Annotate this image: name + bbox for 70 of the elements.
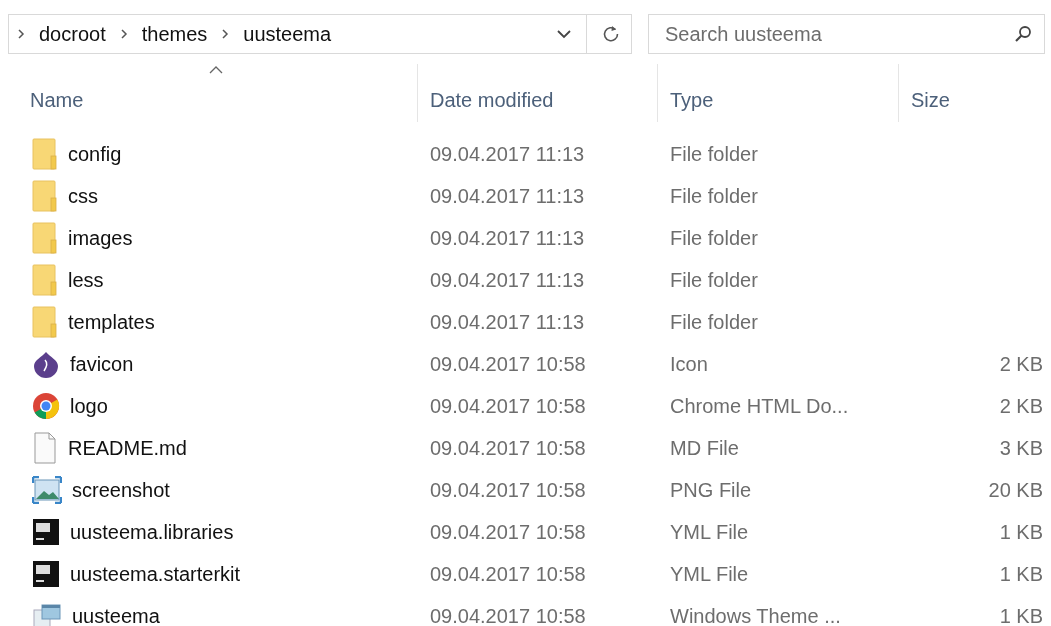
dropdown-icon[interactable]: [556, 29, 572, 39]
terminal-icon: [32, 560, 60, 588]
date-modified: 09.04.2017 10:58: [430, 478, 586, 502]
file-name[interactable]: templates: [68, 310, 155, 334]
image-icon: [32, 476, 62, 504]
file-type: Windows Theme ...: [670, 604, 841, 626]
file-type: File folder: [670, 268, 758, 292]
date-modified: 09.04.2017 10:58: [430, 436, 586, 460]
refresh-icon[interactable]: [601, 24, 621, 44]
file-size: 1 KB: [999, 520, 1043, 544]
file-type: MD File: [670, 436, 739, 460]
file-size: 20 KB: [988, 478, 1043, 502]
date-modified: 09.04.2017 10:58: [430, 604, 586, 626]
file-type: File folder: [670, 184, 758, 208]
chevron-icon: [119, 28, 128, 40]
drop-icon: [32, 350, 60, 378]
date-modified: 09.04.2017 11:13: [430, 184, 585, 208]
file-name[interactable]: config: [68, 142, 122, 166]
file-type: File folder: [670, 310, 758, 334]
file-size: 2 KB: [999, 352, 1043, 376]
date-modified: 09.04.2017 11:13: [430, 268, 585, 292]
breadcrumb-item[interactable]: docroot: [39, 22, 106, 46]
document-icon: [32, 432, 58, 464]
file-name[interactable]: images: [68, 226, 133, 250]
file-type: File folder: [670, 142, 758, 166]
chevron-icon: [17, 28, 25, 40]
file-type: YML File: [670, 520, 749, 544]
search-field[interactable]: Search uusteema: [648, 14, 1045, 54]
file-size: 1 KB: [999, 562, 1043, 586]
chevron-icon: [221, 28, 230, 40]
browser-icon: [32, 392, 60, 420]
file-type: PNG File: [670, 478, 752, 502]
windows-stack-icon: [32, 602, 62, 626]
file-size: 3 KB: [999, 436, 1043, 460]
file-type: Chrome HTML Do...: [670, 394, 849, 418]
file-name[interactable]: less: [68, 268, 104, 292]
file-name[interactable]: uusteema.libraries: [70, 520, 234, 544]
file-name[interactable]: favicon: [70, 352, 134, 376]
search-icon: [1013, 24, 1033, 44]
file-name[interactable]: README.md: [68, 436, 187, 460]
file-name[interactable]: css: [68, 184, 98, 208]
column-header[interactable]: Size: [899, 64, 1051, 122]
file-size: 2 KB: [999, 394, 1043, 418]
address-bar[interactable]: docroot themes uusteema: [8, 14, 632, 54]
file-size: 1 KB: [999, 604, 1043, 626]
column-header[interactable]: Name: [0, 64, 418, 122]
date-modified: 09.04.2017 10:58: [430, 394, 586, 418]
file-name[interactable]: logo: [70, 394, 108, 418]
date-modified: 09.04.2017 10:58: [430, 520, 586, 544]
file-name[interactable]: uusteema: [72, 604, 160, 626]
date-modified: 09.04.2017 11:13: [430, 226, 585, 250]
folder-icon: [32, 180, 58, 212]
file-type: Icon: [670, 352, 708, 376]
breadcrumb-item[interactable]: themes: [141, 22, 208, 46]
date-modified: 09.04.2017 11:13: [430, 310, 585, 334]
file-name[interactable]: screenshot: [72, 478, 170, 502]
column-header[interactable]: Type: [658, 64, 899, 122]
file-type: YML File: [670, 562, 749, 586]
breadcrumb-item[interactable]: uusteema: [243, 22, 332, 46]
date-modified: 09.04.2017 10:58: [430, 562, 586, 586]
folder-icon: [32, 138, 58, 170]
folder-icon: [32, 264, 58, 296]
date-modified: 09.04.2017 10:58: [430, 352, 586, 376]
terminal-icon: [32, 518, 60, 546]
date-modified: 09.04.2017 11:13: [430, 142, 585, 166]
file-name[interactable]: uusteema.starterkit: [70, 562, 241, 586]
folder-icon: [32, 306, 58, 338]
column-header[interactable]: Date modified: [418, 64, 658, 122]
folder-icon: [32, 222, 58, 254]
file-type: File folder: [670, 226, 758, 250]
